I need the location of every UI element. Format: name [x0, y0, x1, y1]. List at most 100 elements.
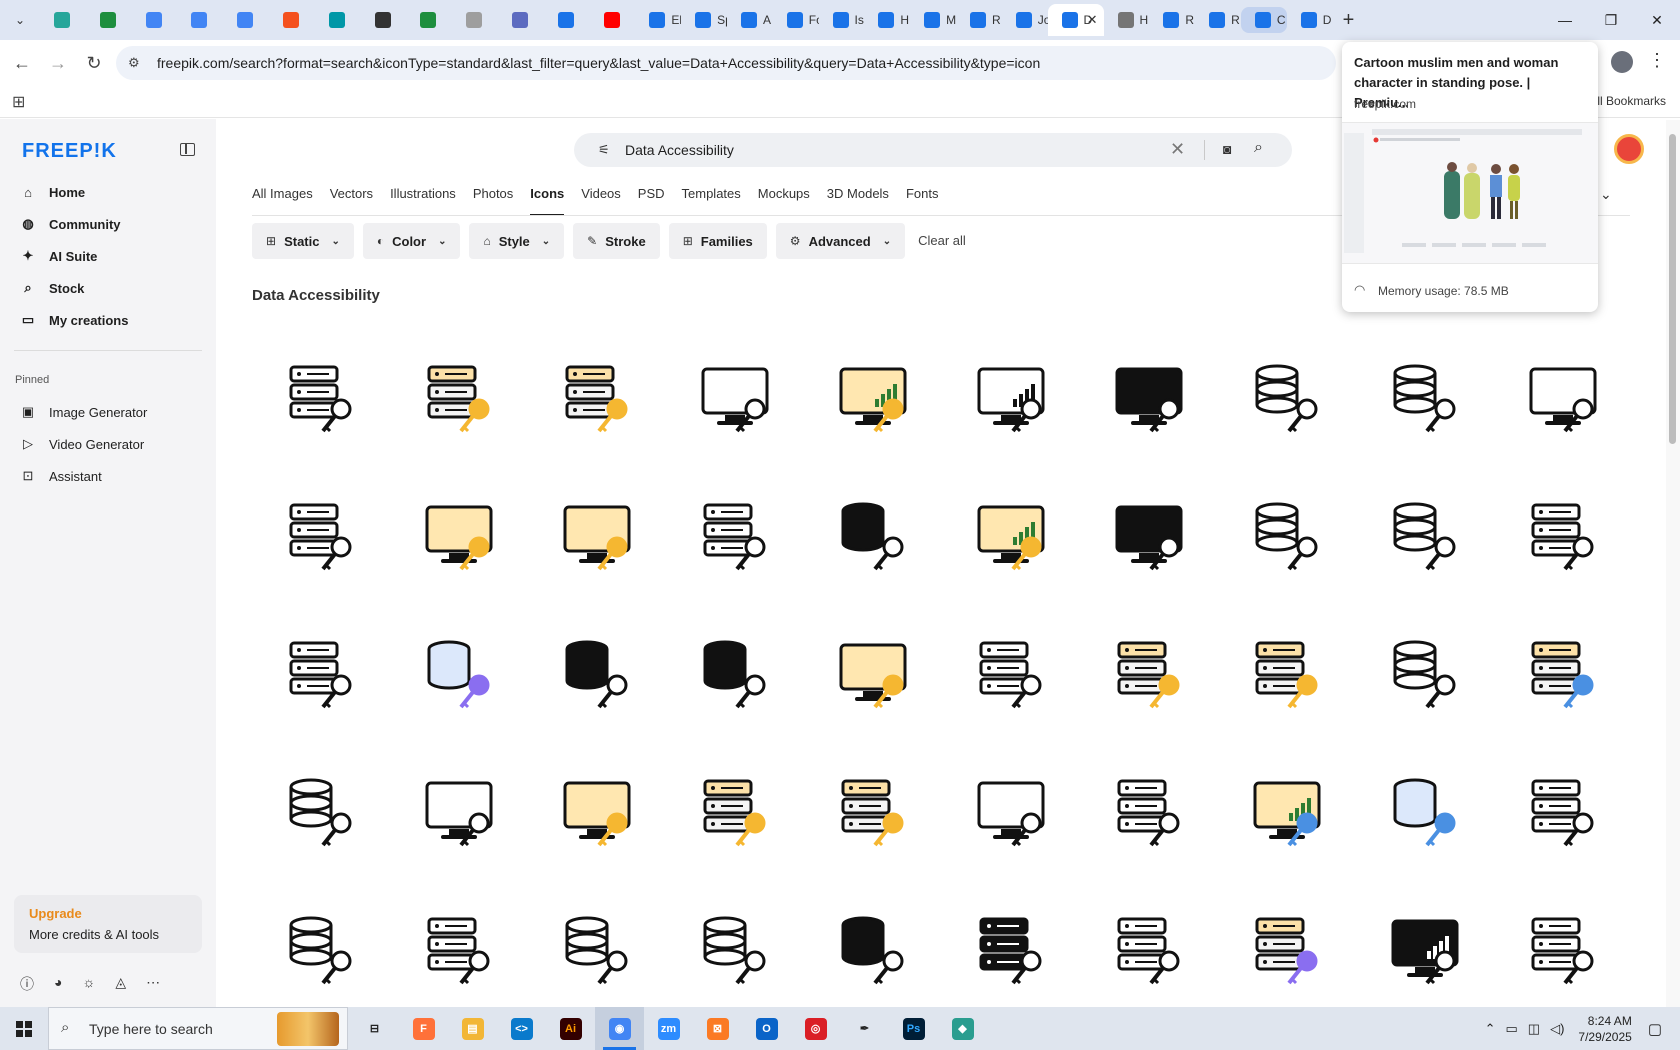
- icon-result-server-key-user[interactable]: [252, 330, 390, 468]
- icon-result-monitor-key-chart[interactable]: [942, 330, 1080, 468]
- icon-result-database-key-gradient[interactable]: [390, 606, 528, 744]
- icon-result-laptop-server-key[interactable]: [1494, 330, 1632, 468]
- icon-result-folder-key-monitor[interactable]: [666, 330, 804, 468]
- clear-all-link[interactable]: Clear all: [918, 223, 966, 259]
- taskbar-file-explorer-button[interactable]: ▤: [448, 1007, 497, 1050]
- icon-result-server-circuit-key-color[interactable]: [804, 744, 942, 882]
- more-options-icon[interactable]: ⋯: [146, 974, 160, 994]
- search-icon[interactable]: ⌕: [1254, 139, 1263, 157]
- site-settings-icon[interactable]: ⚙: [128, 55, 140, 71]
- page-scrollbar[interactable]: [1666, 120, 1680, 1007]
- icon-result-server-key-badge-blue[interactable]: [1494, 606, 1632, 744]
- icon-result-monitor-key-chart-blue[interactable]: [1218, 744, 1356, 882]
- taskbar-firefox-button[interactable]: F: [399, 1007, 448, 1050]
- icon-result-database-key-solid[interactable]: [804, 468, 942, 606]
- browser-tab[interactable]: [269, 4, 315, 36]
- browser-tab[interactable]: D ✕: [1047, 4, 1104, 36]
- icon-result-database-key-solid-3[interactable]: [666, 606, 804, 744]
- tray-device-icon[interactable]: ▭: [1506, 1021, 1518, 1037]
- icon-result-monitor-key-chart-flat[interactable]: [942, 468, 1080, 606]
- browser-tab[interactable]: [177, 4, 223, 36]
- icon-result-server-key-solid[interactable]: [942, 882, 1080, 1020]
- icon-result-server-circuit[interactable]: [252, 468, 390, 606]
- sidebar-collapse-icon[interactable]: [180, 143, 195, 156]
- search-filters-icon[interactable]: ⚟: [598, 142, 610, 158]
- new-tab-plus-icon[interactable]: +: [1333, 4, 1365, 36]
- icon-result-laptop-cloud-key-solid[interactable]: [1080, 468, 1218, 606]
- taskbar-clock[interactable]: 8:24 AM 7/29/2025: [1578, 1013, 1631, 1045]
- apps-grid-icon[interactable]: ⊞: [12, 92, 25, 112]
- browser-tab[interactable]: R: [1149, 4, 1195, 36]
- icon-result-server-key-stand[interactable]: [666, 468, 804, 606]
- browser-tab[interactable]: [361, 4, 407, 36]
- icon-result-server-key-user-flat[interactable]: [528, 330, 666, 468]
- icon-result-database-key-badge[interactable]: [1356, 330, 1494, 468]
- browser-tab[interactable]: [406, 4, 452, 36]
- sidebar-item-image-generator[interactable]: ▣ Image Generator: [14, 398, 204, 426]
- sidebar-item-ai-suite[interactable]: ✦ AI Suite: [14, 242, 204, 270]
- user-avatar[interactable]: [1614, 134, 1644, 164]
- icon-result-server-list-key[interactable]: [390, 882, 528, 1020]
- icon-result-monitor-chart-key-solid[interactable]: [1356, 882, 1494, 1020]
- tab-mockups[interactable]: Mockups: [758, 186, 810, 214]
- icon-result-database-key-solid-2[interactable]: [528, 606, 666, 744]
- clear-search-icon[interactable]: ✕: [1170, 139, 1185, 160]
- profile-avatar[interactable]: [1611, 51, 1633, 73]
- address-bar[interactable]: ⚙ freepik.com/search?format=search&iconT…: [116, 46, 1336, 80]
- taskbar-search-placeholder[interactable]: Type here to search: [89, 1021, 213, 1037]
- upgrade-title[interactable]: Upgrade: [29, 906, 82, 921]
- filter-color-button[interactable]: ◐ Color ⌄: [362, 223, 461, 259]
- icon-result-server-key[interactable]: [942, 606, 1080, 744]
- browser-tab[interactable]: C: [1240, 7, 1287, 33]
- taskbar-outlook-button[interactable]: O: [742, 1007, 791, 1050]
- browser-tab[interactable]: R: [956, 4, 1002, 36]
- icon-result-server-key-outline[interactable]: [1080, 882, 1218, 1020]
- tab-photos[interactable]: Photos: [473, 186, 513, 214]
- help-icon[interactable]: ⓘ: [20, 974, 34, 994]
- discord-icon[interactable]: ◕: [54, 974, 62, 994]
- search-input[interactable]: Data Accessibility: [625, 142, 734, 158]
- icon-result-monitor-key-chart-color[interactable]: [804, 330, 942, 468]
- sidebar-item-stock[interactable]: ⌕ Stock: [14, 274, 204, 302]
- browser-tab[interactable]: M: [910, 4, 956, 36]
- sidebar-item-assistant[interactable]: ⊡ Assistant: [14, 462, 204, 490]
- browser-tab[interactable]: [315, 4, 361, 36]
- forward-arrow-icon[interactable]: →: [46, 51, 70, 75]
- browser-tab[interactable]: [590, 4, 636, 36]
- icon-result-monitor-fingerprint-key[interactable]: [942, 744, 1080, 882]
- volume-icon[interactable]: ◁): [1550, 1021, 1564, 1037]
- browser-tab[interactable]: [132, 4, 178, 36]
- browser-tab[interactable]: [544, 4, 590, 36]
- taskbar-photoshop-button[interactable]: Ps: [889, 1007, 938, 1050]
- start-button[interactable]: [0, 1007, 48, 1050]
- network-icon[interactable]: ◫: [1528, 1021, 1540, 1037]
- restore-icon[interactable]: ❐: [1588, 0, 1634, 40]
- taskbar-inkscape-button[interactable]: ✒: [840, 1007, 889, 1050]
- icon-result-server-key-badge[interactable]: [1080, 744, 1218, 882]
- browser-tab[interactable]: [223, 4, 269, 36]
- tray-chevron-icon[interactable]: ⌃: [1485, 1021, 1496, 1037]
- browser-tab[interactable]: A: [727, 4, 773, 36]
- icon-result-database-key-line-2[interactable]: [1356, 468, 1494, 606]
- tab-videos[interactable]: Videos: [581, 186, 621, 214]
- browser-tab[interactable]: Fo: [773, 4, 819, 36]
- browser-tab[interactable]: Sp: [681, 4, 727, 36]
- icon-result-monitor-folder-key-color[interactable]: [528, 468, 666, 606]
- browser-tab[interactable]: Is: [819, 4, 865, 36]
- browser-tab[interactable]: [498, 4, 544, 36]
- sidebar-item-my-creations[interactable]: ▭ My creations: [14, 306, 204, 334]
- filter-static-button[interactable]: ⊞ Static ⌄: [252, 223, 354, 259]
- close-window-icon[interactable]: ✕: [1634, 0, 1680, 40]
- tab-templates[interactable]: Templates: [682, 186, 741, 214]
- tab-psd[interactable]: PSD: [638, 186, 665, 214]
- taskbar-search-box[interactable]: ⌕ Type here to search: [48, 1007, 348, 1050]
- browser-tab[interactable]: H: [1104, 4, 1150, 36]
- more-chevron-icon[interactable]: ⌄: [1600, 186, 1612, 203]
- back-arrow-icon[interactable]: ←: [10, 51, 34, 75]
- tab-close-icon[interactable]: ✕: [1087, 12, 1098, 28]
- filter-families-button[interactable]: ⊞ Families: [668, 223, 767, 259]
- filter-style-button[interactable]: ⌂ Style ⌄: [469, 223, 565, 259]
- icon-result-laptop-cloud-key[interactable]: [390, 744, 528, 882]
- browser-tab[interactable]: R: [1195, 4, 1241, 36]
- all-bookmarks-link[interactable]: All Bookmarks: [1589, 94, 1666, 108]
